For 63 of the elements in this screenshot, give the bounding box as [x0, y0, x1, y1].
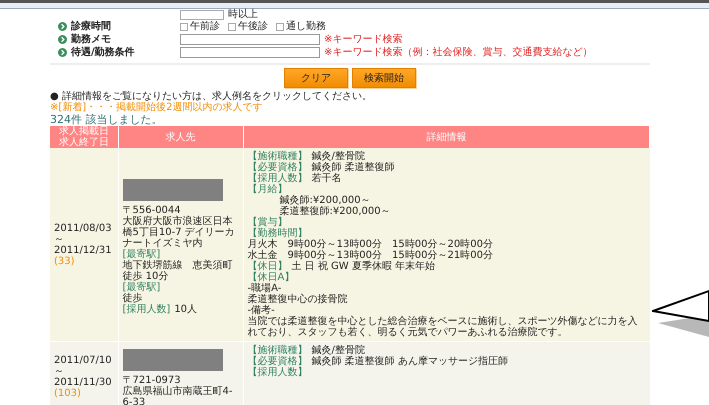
- field-label: 【勤務時間】: [248, 228, 308, 239]
- detail-text: 当院では柔道整復を中心とした総合治療をベースに施術し、スポーツ外傷などに力を入れており、スタッフも若く、明るく元気でパワーあふれる治療院です。: [248, 316, 638, 338]
- input-field[interactable]: [180, 34, 320, 45]
- form-label: 診療時間: [71, 21, 111, 32]
- result-count: 324件 該当しました。: [50, 113, 164, 126]
- column-header: 求人先: [118, 126, 243, 148]
- checkbox-label: 午後診: [238, 21, 268, 32]
- detail-text: 徒歩 10分: [122, 270, 168, 282]
- detail-text: 広島県福山市南蔵王町4-6-33: [122, 386, 234, 405]
- hours-field[interactable]: [180, 10, 224, 20]
- field-label: 【採用人数】: [248, 173, 308, 184]
- checkbox-label: 午前診: [190, 21, 220, 32]
- detail-text: 〒721-0973: [122, 375, 181, 386]
- field-value: 土 日 祝 GW 夏季休暇 年末年始: [292, 261, 436, 272]
- field-label: [採用人数]: [122, 304, 170, 314]
- field-value: 鍼灸師 柔道整復師: [312, 162, 395, 173]
- field-label: 【必要資格】: [248, 162, 308, 173]
- form-label: 勤務メモ: [71, 34, 111, 45]
- field-label: 【施術職種】: [248, 151, 308, 162]
- arrow-bullet-icon: [58, 48, 67, 57]
- field-value: 鍼灸/整骨院: [312, 151, 365, 162]
- hint-text: ※キーワード検索: [324, 34, 402, 45]
- input-field[interactable]: [180, 47, 320, 58]
- field-label: 【休日A】: [248, 272, 296, 283]
- field-label: [最寄駅]: [122, 282, 162, 292]
- field-label: 【賞与】: [248, 217, 288, 228]
- column-header: 詳細情報: [243, 126, 650, 148]
- field-label: 【必要資格】: [248, 356, 308, 367]
- checkbox-label: 通し勤務: [286, 21, 326, 32]
- arrow-bullet-icon: [58, 22, 67, 31]
- field-label: 【休日】: [248, 261, 288, 272]
- detail-text: 大阪府大阪市浪速区日本橋5丁目10-7 デイリーカナートイズミヤ内: [122, 216, 236, 248]
- detail-text: 水土金 9時00分～13時00分 15時00分～21時00分: [248, 250, 494, 261]
- column-header: 求人掲載日 求人終了日: [50, 126, 118, 148]
- detail-text: 〒556-0044: [122, 204, 182, 216]
- checkbox[interactable]: [180, 22, 188, 30]
- field-value: 若干名: [312, 173, 342, 184]
- detail-text: 月火木 9時00分～13時00分 15時00分～20時00分: [248, 239, 494, 250]
- field-label: 【施術職種】: [248, 345, 308, 356]
- clear-button[interactable]: クリア: [284, 68, 348, 88]
- instruction-text: ● 詳細情報をご覧になりたい方は、求人例名をクリックしてください。: [50, 91, 373, 102]
- field-unit: 時以上: [228, 9, 258, 20]
- field-label: [最寄駅]: [122, 248, 162, 260]
- field-label: 【月給】: [248, 184, 288, 195]
- field-label: 【採用人数】: [248, 367, 308, 378]
- date-cell: 2011/07/10 ～ 2011/11/30 (103): [50, 342, 118, 405]
- detail-text: -職場A-: [248, 283, 282, 294]
- search-button[interactable]: 検索開始: [352, 68, 416, 88]
- detail-text: 柔道整復中心の接骨院: [248, 294, 348, 305]
- field-value: 鍼灸/整骨院: [312, 345, 365, 356]
- checkbox[interactable]: [228, 22, 236, 30]
- detail-text: -備考-: [248, 305, 276, 316]
- field-value: 10人: [174, 304, 198, 314]
- arrow-bullet-icon: [58, 35, 67, 44]
- form-label: 待遇/勤務条件: [71, 47, 135, 58]
- field-value: 鍼灸師 柔道整復師 あん摩マッサージ指圧師: [312, 356, 508, 367]
- hint-text: ※キーワード検索（例：社会保険、賞与、交通費支給など）: [324, 47, 592, 58]
- salary-text: 柔道整復師:¥200,000～: [280, 206, 392, 217]
- new-listing-note: ※[新着]・・・掲載開始後2週間以内の求人です: [50, 102, 264, 113]
- detail-text: 徒歩: [122, 292, 144, 304]
- detail-text: 地下鉄堺筋線 恵美須町: [122, 260, 234, 270]
- salary-text: 鍼灸師:¥200,000～: [278, 195, 372, 206]
- checkbox[interactable]: [276, 22, 284, 30]
